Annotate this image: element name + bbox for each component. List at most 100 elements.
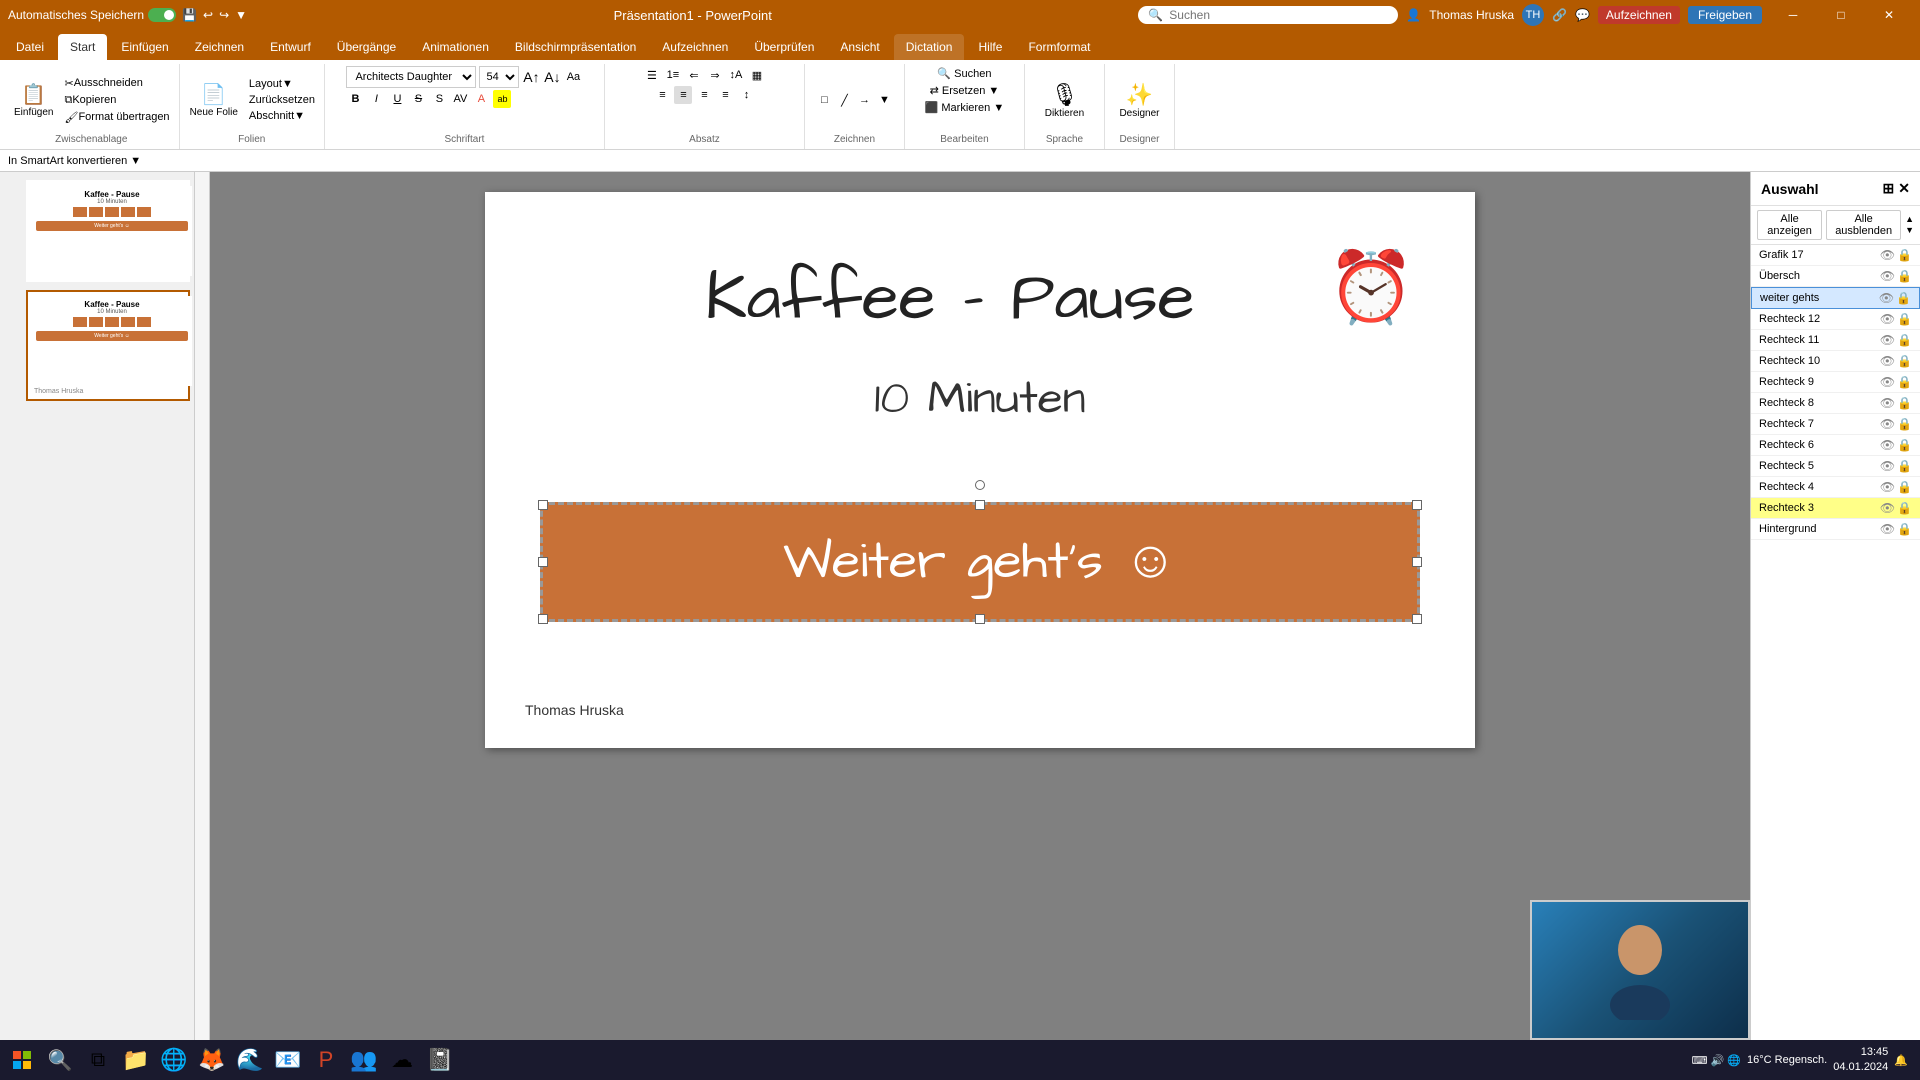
layer-eye-5[interactable]: 👁 xyxy=(1880,354,1895,368)
share-button[interactable]: Freigeben xyxy=(1688,6,1762,24)
explorer-button[interactable]: 📁 xyxy=(118,1042,154,1078)
increase-font-button[interactable]: A↑ xyxy=(522,68,540,86)
handle-mr[interactable] xyxy=(1412,557,1422,567)
layer-eye-2[interactable]: 👁 xyxy=(1879,291,1894,305)
layer-item-2[interactable]: weiter gehts👁🔒 xyxy=(1751,287,1920,309)
layer-eye-7[interactable]: 👁 xyxy=(1880,396,1895,410)
indent-right-button[interactable]: ⇒ xyxy=(706,66,724,84)
tab-uebergaenge[interactable]: Übergänge xyxy=(325,34,408,60)
bold-button[interactable]: B xyxy=(346,90,364,108)
numbered-list-button[interactable]: 1≡ xyxy=(664,66,682,84)
layer-eye-12[interactable]: 👁 xyxy=(1880,501,1895,515)
tab-ansicht[interactable]: Ansicht xyxy=(828,34,891,60)
shape-more-button[interactable]: ▼ xyxy=(875,91,893,109)
tab-hilfe[interactable]: Hilfe xyxy=(966,34,1014,60)
layer-lock-0[interactable]: 🔒 xyxy=(1897,248,1912,262)
designer-button[interactable]: ✨ Designer xyxy=(1113,78,1165,123)
text-direction-button[interactable]: ↕A xyxy=(727,66,745,84)
layer-item-0[interactable]: Grafik 17👁🔒 xyxy=(1751,245,1920,266)
tab-entwurf[interactable]: Entwurf xyxy=(258,34,323,60)
panel-expand-icon[interactable]: ⊞ xyxy=(1883,180,1895,197)
layer-lock-2[interactable]: 🔒 xyxy=(1896,291,1911,305)
layer-eye-4[interactable]: 👁 xyxy=(1880,333,1895,347)
search-box[interactable]: 🔍 xyxy=(1138,6,1398,24)
abschnitt-button[interactable]: Abschnitt ▼ xyxy=(246,109,318,123)
canvas-area[interactable]: Kaffee - Pause ⏰ 10 Minuten Weiter geht'… xyxy=(195,172,1750,1040)
shape-rect-button[interactable]: □ xyxy=(815,91,833,109)
layer-lock-12[interactable]: 🔒 xyxy=(1897,501,1912,515)
start-button[interactable] xyxy=(4,1042,40,1078)
shadow-button[interactable]: S xyxy=(430,90,448,108)
layer-eye-11[interactable]: 👁 xyxy=(1880,480,1895,494)
share-icon[interactable]: 🔗 xyxy=(1552,8,1567,22)
onenote-button[interactable]: 📓 xyxy=(422,1042,458,1078)
handle-tm[interactable] xyxy=(975,500,985,510)
paste-button[interactable]: 📋 Einfügen xyxy=(10,81,57,120)
layer-lock-11[interactable]: 🔒 xyxy=(1897,480,1912,494)
panel-close-icon[interactable]: ✕ xyxy=(1898,180,1910,197)
layer-lock-4[interactable]: 🔒 xyxy=(1897,333,1912,347)
tab-bildschirm[interactable]: Bildschirmpräsentation xyxy=(503,34,648,60)
format-painter-button[interactable]: 🖌 Format übertragen xyxy=(61,110,172,125)
diktierer-button[interactable]: 🎙 Diktieren xyxy=(1039,78,1090,123)
layer-eye-9[interactable]: 👁 xyxy=(1880,438,1895,452)
layer-item-12[interactable]: Rechteck 3👁🔒 xyxy=(1751,498,1920,519)
notification-button[interactable]: 🔔 xyxy=(1894,1054,1908,1067)
cut-button[interactable]: ✂ Ausschneiden xyxy=(61,76,172,91)
slide-button-rect[interactable]: Weiter geht's ☺ xyxy=(540,502,1420,622)
edge-button[interactable]: 🌊 xyxy=(232,1042,268,1078)
close-button[interactable]: ✕ xyxy=(1866,0,1912,30)
ersetzen-button[interactable]: ⇄ Ersetzen ▼ xyxy=(927,83,1003,98)
shape-arrow-button[interactable]: → xyxy=(855,91,873,109)
system-tray[interactable]: ⌨ 🔊 🌐 xyxy=(1692,1054,1741,1067)
onedrive-button[interactable]: ☁ xyxy=(384,1042,420,1078)
clear-format-button[interactable]: Aa xyxy=(564,68,582,86)
powerpoint-button[interactable]: P xyxy=(308,1042,344,1078)
layer-eye-6[interactable]: 👁 xyxy=(1880,375,1895,389)
chrome-button[interactable]: 🌐 xyxy=(156,1042,192,1078)
handle-ml[interactable] xyxy=(538,557,548,567)
layer-lock-10[interactable]: 🔒 xyxy=(1897,459,1912,473)
align-center-button[interactable]: ≡ xyxy=(674,86,692,104)
font-size-selector[interactable]: 54 xyxy=(479,66,519,88)
layer-item-3[interactable]: Rechteck 12👁🔒 xyxy=(1751,309,1920,330)
tab-zeichnen[interactable]: Zeichnen xyxy=(183,34,256,60)
layer-item-9[interactable]: Rechteck 6👁🔒 xyxy=(1751,435,1920,456)
slide-thumb-2[interactable]: Kaffee - Pause 10 Minuten Weiter geht's … xyxy=(26,290,190,401)
strikethrough-button[interactable]: S xyxy=(409,90,427,108)
minimize-button[interactable]: ─ xyxy=(1770,0,1816,30)
columns-button[interactable]: ▦ xyxy=(748,66,766,84)
layer-eye-13[interactable]: 👁 xyxy=(1880,522,1895,536)
layer-eye-8[interactable]: 👁 xyxy=(1880,417,1895,431)
tab-ueberpruefen[interactable]: Überprüfen xyxy=(742,34,826,60)
show-all-button[interactable]: Alle anzeigen xyxy=(1757,210,1822,240)
hide-all-button[interactable]: Alle ausblenden xyxy=(1826,210,1901,240)
italic-button[interactable]: I xyxy=(367,90,385,108)
more-icon[interactable]: ▼ xyxy=(235,8,247,22)
tab-formformat[interactable]: Formformat xyxy=(1016,34,1102,60)
tab-datei[interactable]: Datei xyxy=(4,34,56,60)
outlook-button[interactable]: 📧 xyxy=(270,1042,306,1078)
handle-br[interactable] xyxy=(1412,614,1422,624)
autosave-switch[interactable] xyxy=(148,8,176,22)
search-taskbar-button[interactable]: 🔍 xyxy=(42,1042,78,1078)
rotate-handle[interactable] xyxy=(975,480,985,490)
decrease-font-button[interactable]: A↓ xyxy=(543,68,561,86)
layout-button[interactable]: Layout ▼ xyxy=(246,77,318,91)
tab-einfuegen[interactable]: Einfügen xyxy=(109,34,180,60)
layer-lock-13[interactable]: 🔒 xyxy=(1897,522,1912,536)
layer-item-5[interactable]: Rechteck 10👁🔒 xyxy=(1751,351,1920,372)
line-spacing-button[interactable]: ↕ xyxy=(737,86,755,104)
maximize-button[interactable]: □ xyxy=(1818,0,1864,30)
layer-lock-1[interactable]: 🔒 xyxy=(1897,269,1912,283)
task-view-button[interactable]: ⧉ xyxy=(80,1042,116,1078)
tab-animationen[interactable]: Animationen xyxy=(410,34,501,60)
handle-tl[interactable] xyxy=(538,500,548,510)
layer-lock-7[interactable]: 🔒 xyxy=(1897,396,1912,410)
markieren-button[interactable]: ⬛ Markieren ▼ xyxy=(922,100,1008,115)
layer-item-4[interactable]: Rechteck 11👁🔒 xyxy=(1751,330,1920,351)
datetime[interactable]: 13:45 04.01.2024 xyxy=(1833,1045,1888,1076)
redo-icon[interactable]: ↪ xyxy=(219,8,229,22)
indent-left-button[interactable]: ⇐ xyxy=(685,66,703,84)
layer-item-7[interactable]: Rechteck 8👁🔒 xyxy=(1751,393,1920,414)
